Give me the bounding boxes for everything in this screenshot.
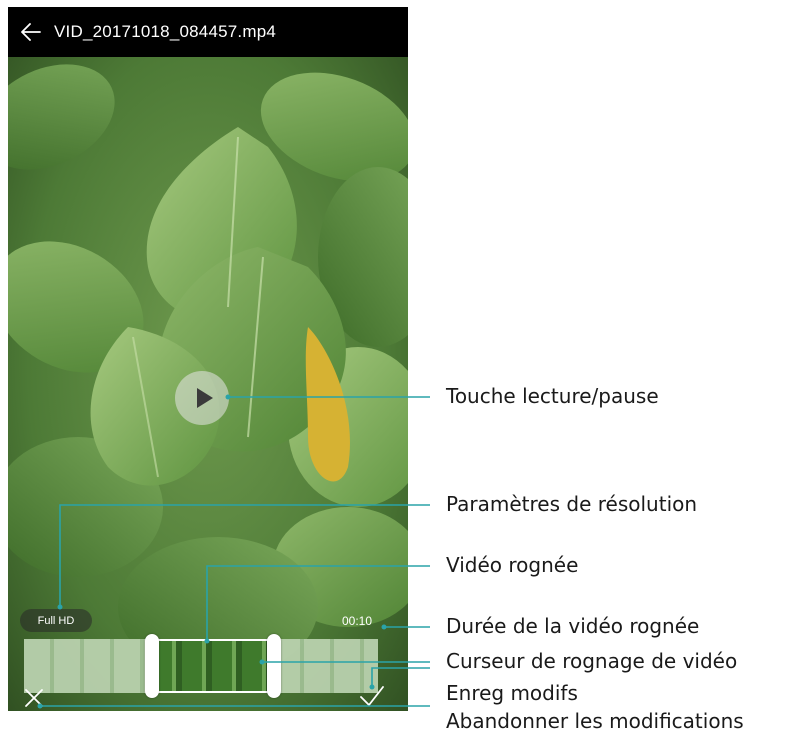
annotation-trim-slider: Curseur de rognage de vidéo: [446, 649, 738, 673]
annotation-trimmed-duration: Durée de la vidéo rognée: [446, 614, 700, 638]
callout-line-save: [371, 667, 430, 687]
callout-line-resolution: [59, 504, 430, 607]
annotation-resolution: Paramètres de résolution: [446, 492, 698, 516]
annotation-play-pause: Touche lecture/pause: [446, 384, 659, 408]
annotation-discard: Abandonner les modifications: [446, 709, 744, 733]
annotation-trimmed-video: Vidéo rognée: [446, 553, 579, 577]
annotation-save: Enreg modifs: [446, 681, 578, 705]
callout-line-trimmed-video: [206, 565, 430, 641]
